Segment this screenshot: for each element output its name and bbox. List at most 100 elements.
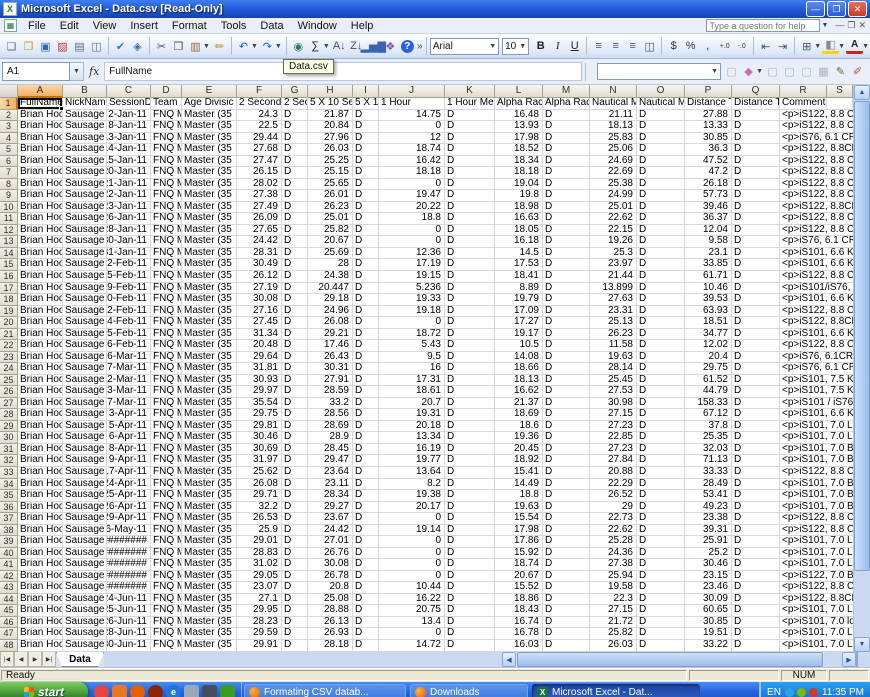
cell-H6[interactable]: 25.25	[308, 156, 353, 168]
cell-K26[interactable]: D	[445, 386, 495, 398]
align-left-icon[interactable]: ≡	[590, 38, 607, 55]
cell-Q8[interactable]: D	[732, 179, 780, 191]
row-header-1[interactable]: 1	[0, 98, 18, 110]
cell-B36[interactable]: Sausage	[63, 502, 107, 514]
cell-E46[interactable]: Master (35	[182, 617, 237, 629]
row-header-43[interactable]: 43	[0, 582, 18, 594]
cell-Q33[interactable]: D	[732, 467, 780, 479]
cell-G30[interactable]: D	[282, 432, 308, 444]
font-name-dropdown-icon[interactable]: ▼	[486, 43, 496, 50]
cell-E33[interactable]: Master (35	[182, 467, 237, 479]
cell-R3[interactable]: <p>iS122, 8.8 CRed, 44	[780, 121, 853, 133]
cell-M29[interactable]: D	[543, 421, 590, 433]
cell-C32[interactable]: 9-Apr-11	[107, 455, 151, 467]
cell-K8[interactable]: D	[445, 179, 495, 191]
cell-O24[interactable]: D	[637, 363, 685, 375]
cell-L32[interactable]: 18.92	[495, 455, 543, 467]
cell-Q25[interactable]: D	[732, 375, 780, 387]
column-header-I[interactable]: I	[353, 85, 379, 98]
cell-L23[interactable]: 14.08	[495, 352, 543, 364]
row-header-6[interactable]: 6	[0, 156, 18, 168]
cell-J42[interactable]: 0	[379, 571, 445, 583]
cell-C1[interactable]: SessionDa	[107, 98, 151, 110]
cell-G1[interactable]: 2 Second I	[282, 98, 308, 110]
cell-A43[interactable]: Brian Hoog	[18, 582, 63, 594]
cell-N40[interactable]: 24.36	[590, 548, 637, 560]
cell-N46[interactable]: 21.72	[590, 617, 637, 629]
cell-L18[interactable]: 19.79	[495, 294, 543, 306]
cell-P28[interactable]: 67.12	[685, 409, 732, 421]
cell-F41[interactable]: 31.02	[237, 559, 282, 571]
cell-H15[interactable]: 28	[308, 259, 353, 271]
cell-O11[interactable]: D	[637, 213, 685, 225]
cell-H31[interactable]: 28.45	[308, 444, 353, 456]
column-header-P[interactable]: P	[685, 85, 732, 98]
row-header-15[interactable]: 15	[0, 259, 18, 271]
cell-Q32[interactable]: D	[732, 455, 780, 467]
cell-F14[interactable]: 28.31	[237, 248, 282, 260]
column-header-H[interactable]: H	[308, 85, 353, 98]
cell-E40[interactable]: Master (35	[182, 548, 237, 560]
cell-L13[interactable]: 16.18	[495, 236, 543, 248]
cell-L33[interactable]: 15.41	[495, 467, 543, 479]
cell-H41[interactable]: 30.08	[308, 559, 353, 571]
cell-I25[interactable]: D	[353, 375, 379, 387]
cell-D5[interactable]: FNQ Mob	[151, 144, 182, 156]
close-button[interactable]: ✕	[848, 1, 867, 17]
cell-F42[interactable]: 29.05	[237, 571, 282, 583]
cell-P43[interactable]: 23.46	[685, 582, 732, 594]
cell-L30[interactable]: 19.36	[495, 432, 543, 444]
cell-I46[interactable]: D	[353, 617, 379, 629]
cell-K5[interactable]: D	[445, 144, 495, 156]
cell-N31[interactable]: 27.23	[590, 444, 637, 456]
align-center-icon[interactable]: ≡	[607, 38, 624, 55]
menu-format[interactable]: Format	[165, 20, 214, 32]
cell-L14[interactable]: 14.5	[495, 248, 543, 260]
cell-O27[interactable]: D	[637, 398, 685, 410]
cell-D47[interactable]: FNQ Mob	[151, 628, 182, 640]
cell-N15[interactable]: 23.97	[590, 259, 637, 271]
tab-nav-icon-2[interactable]: ◀	[14, 652, 28, 667]
cell-M4[interactable]: D	[543, 133, 590, 145]
cell-B14[interactable]: Sausage	[63, 248, 107, 260]
cell-E37[interactable]: Master (35	[182, 513, 237, 525]
cell-D42[interactable]: FNQ Mob	[151, 571, 182, 583]
cell-O16[interactable]: D	[637, 271, 685, 283]
cell-E42[interactable]: Master (35	[182, 571, 237, 583]
cell-E31[interactable]: Master (35	[182, 444, 237, 456]
format-painter-icon[interactable]: ✏	[211, 38, 228, 55]
cell-K12[interactable]: D	[445, 225, 495, 237]
scroll-left-icon[interactable]: ◀	[502, 652, 516, 667]
cell-B45[interactable]: Sausage	[63, 605, 107, 617]
cell-D41[interactable]: FNQ Mob	[151, 559, 182, 571]
cell-I21[interactable]: D	[353, 329, 379, 341]
cell-H13[interactable]: 20.67	[308, 236, 353, 248]
column-header-Q[interactable]: Q	[732, 85, 780, 98]
cell-F6[interactable]: 27.47	[237, 156, 282, 168]
open-icon[interactable]: ❐	[20, 38, 37, 55]
cell-M12[interactable]: D	[543, 225, 590, 237]
cell-H19[interactable]: 24.96	[308, 306, 353, 318]
cell-J5[interactable]: 18.74	[379, 144, 445, 156]
cell-A29[interactable]: Brian Hoog	[18, 421, 63, 433]
cell-G46[interactable]: D	[282, 617, 308, 629]
cell-A28[interactable]: Brian Hoog	[18, 409, 63, 421]
column-header-D[interactable]: D	[151, 85, 182, 98]
cell-P9[interactable]: 57.73	[685, 190, 732, 202]
cell-K15[interactable]: D	[445, 259, 495, 271]
cell-G16[interactable]: D	[282, 271, 308, 283]
menu-window[interactable]: Window	[291, 20, 344, 32]
cell-M15[interactable]: D	[543, 259, 590, 271]
increase-indent-icon[interactable]: ⇥	[774, 38, 791, 55]
cell-I32[interactable]: D	[353, 455, 379, 467]
cell-F27[interactable]: 35.54	[237, 398, 282, 410]
cell-A36[interactable]: Brian Hoog	[18, 502, 63, 514]
cell-D44[interactable]: FNQ Mob	[151, 594, 182, 606]
scroll-down-icon[interactable]: ▼	[854, 637, 870, 652]
cell-H12[interactable]: 25.82	[308, 225, 353, 237]
cell-G39[interactable]: D	[282, 536, 308, 548]
cell-D12[interactable]: FNQ Mob	[151, 225, 182, 237]
cell-A42[interactable]: Brian Hoog	[18, 571, 63, 583]
cell-G38[interactable]: D	[282, 525, 308, 537]
cell-K33[interactable]: D	[445, 467, 495, 479]
